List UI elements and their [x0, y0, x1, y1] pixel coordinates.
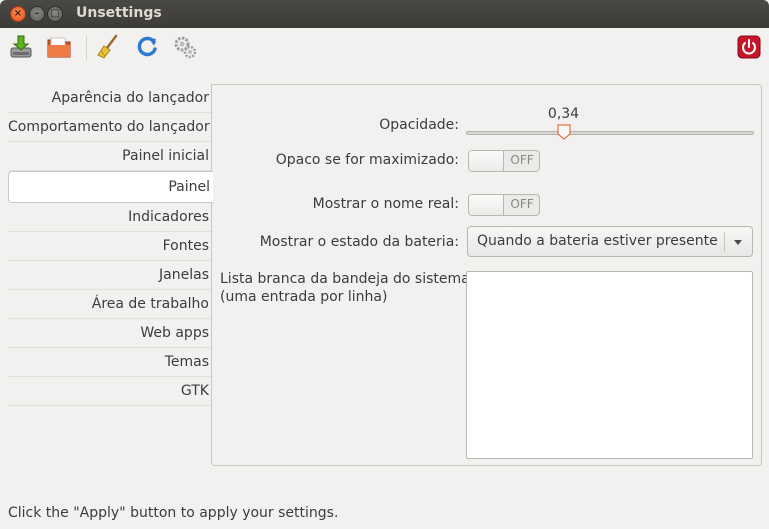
toggle-state: OFF — [510, 197, 534, 211]
open-button[interactable] — [46, 34, 72, 60]
power-icon — [737, 35, 761, 59]
maximize-window-button[interactable]: □ — [47, 6, 63, 22]
opacity-slider-handle[interactable] — [557, 124, 571, 140]
battery-state-label: Mostrar o estado da bateria: — [259, 234, 459, 250]
window-title: Unsettings — [76, 5, 162, 21]
toolbar-separator — [86, 36, 87, 60]
settings-panel: Opacidade: 0,34 Opaco se for maximizado:… — [211, 84, 762, 466]
battery-state-combo[interactable]: Quando a bateria estiver presente — [467, 226, 753, 257]
title-bar: × – □ Unsettings — [0, 0, 769, 28]
refresh-icon — [137, 36, 157, 57]
save-button[interactable] — [8, 34, 34, 60]
opacity-slider-track[interactable] — [466, 131, 754, 135]
opacity-value: 0,34 — [547, 106, 580, 122]
sidebar-item-painel[interactable]: Painel — [8, 171, 213, 203]
minimize-icon: – — [34, 8, 40, 19]
tray-whitelist-textarea[interactable] — [466, 271, 753, 459]
show-real-name-label: Mostrar o nome real: — [312, 196, 459, 212]
toggle-knob — [469, 151, 504, 171]
sidebar-item-janelas[interactable]: Janelas — [8, 261, 212, 290]
clear-button[interactable] — [96, 34, 122, 60]
toggle-state: OFF — [510, 153, 534, 167]
tray-whitelist-label: Lista branca da bandeja do sistema: — [220, 271, 475, 287]
sidebar-item-comportamento-lancador[interactable]: Comportamento do lançador — [8, 113, 212, 142]
maximize-icon: □ — [50, 8, 60, 19]
combo-separator — [724, 232, 725, 252]
sidebar-item-painel-inicial[interactable]: Painel inicial — [8, 142, 212, 171]
toggle-knob — [469, 195, 504, 215]
minimize-window-button[interactable]: – — [29, 6, 45, 22]
sidebar-item-gtk[interactable]: GTK — [8, 377, 212, 406]
toolbar — [0, 28, 769, 68]
sidebar-item-web-apps[interactable]: Web apps — [8, 319, 212, 348]
settings-button[interactable] — [172, 34, 198, 60]
sidebar-item-aparencia-lancador[interactable]: Aparência do lançador — [8, 84, 212, 113]
close-window-button[interactable]: × — [10, 6, 26, 22]
close-icon: × — [13, 8, 23, 19]
category-sidebar: Aparência do lançador Comportamento do l… — [8, 84, 213, 406]
show-real-name-toggle[interactable]: OFF — [468, 194, 540, 216]
settings-gears-icon — [174, 36, 197, 59]
battery-state-value: Quando a bateria estiver presente — [477, 233, 718, 249]
broom-icon — [97, 34, 118, 59]
opaque-maximized-label: Opaco se for maximizado: — [275, 152, 459, 168]
opaque-maximized-toggle[interactable]: OFF — [468, 150, 540, 172]
tray-whitelist-hint: (uma entrada por linha) — [220, 289, 388, 305]
quit-button[interactable] — [736, 34, 762, 60]
status-message: Click the "Apply" button to apply your s… — [8, 505, 339, 521]
save-icon — [10, 35, 32, 58]
opacity-label: Opacidade: — [379, 117, 459, 133]
chevron-down-icon — [734, 240, 742, 245]
open-folder-icon — [47, 37, 71, 58]
refresh-button[interactable] — [134, 34, 160, 60]
sidebar-item-fontes[interactable]: Fontes — [8, 232, 212, 261]
sidebar-item-temas[interactable]: Temas — [8, 348, 212, 377]
sidebar-item-area-trabalho[interactable]: Área de trabalho — [8, 290, 212, 319]
slider-handle-icon — [557, 124, 571, 140]
sidebar-item-indicadores[interactable]: Indicadores — [8, 203, 212, 232]
